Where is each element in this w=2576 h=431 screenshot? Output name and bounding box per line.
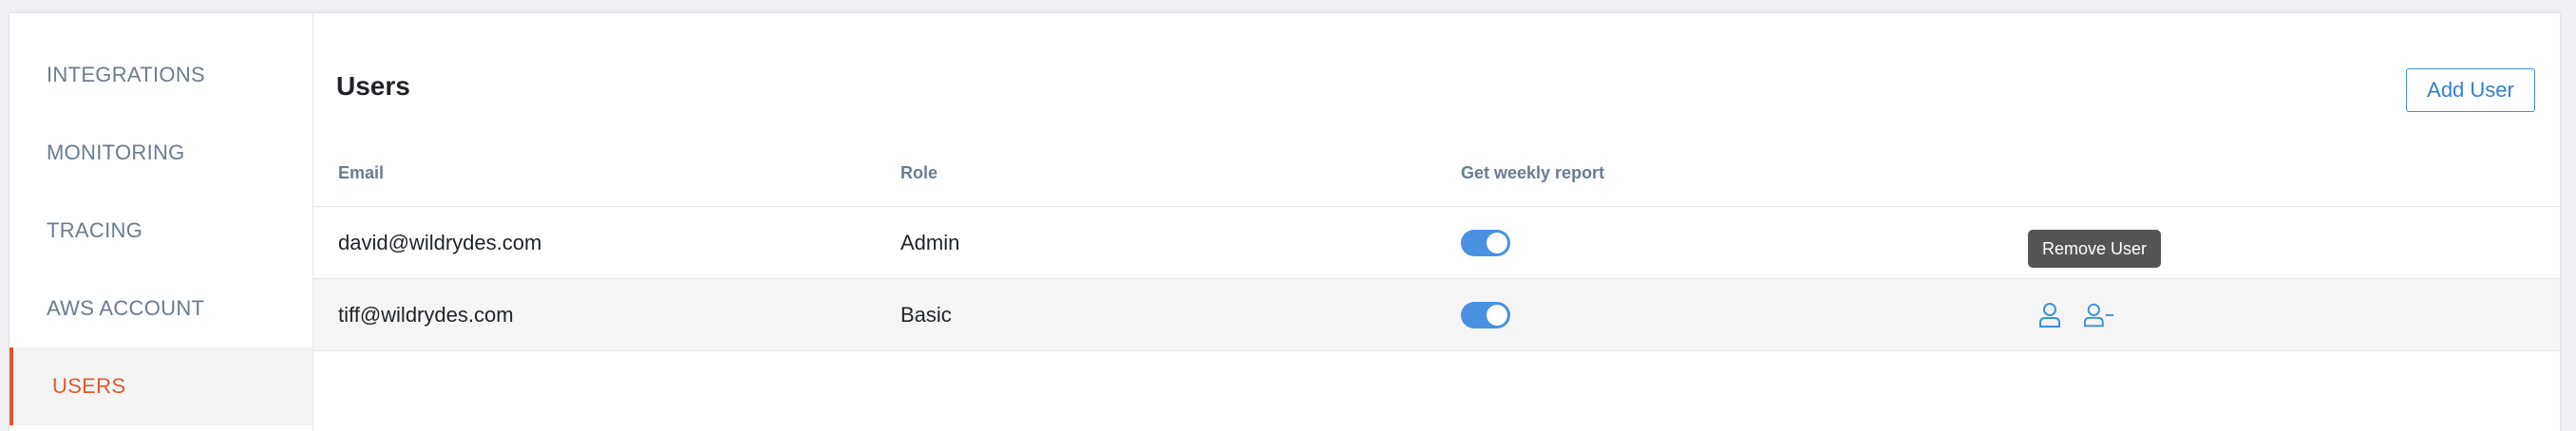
user-role: Admin [900, 230, 960, 254]
sidebar-item-users[interactable]: USERS [9, 347, 313, 425]
sidebar-item-aws-account[interactable]: AWS ACCOUNT [9, 270, 313, 347]
sidebar-item-label: MONITORING [47, 141, 185, 164]
table-header: Email Role Get weekly report [313, 141, 2560, 207]
weekly-report-toggle[interactable] [1461, 301, 1510, 328]
weekly-report-cell [1461, 229, 1510, 256]
page-title: Users [336, 71, 410, 101]
table-row: david@wildrydes.com Admin [313, 207, 2560, 279]
column-header-email: Email [338, 163, 385, 182]
column-header-role: Role [900, 163, 938, 182]
user-icon[interactable] [2035, 300, 2065, 330]
table-row: tiff@wildrydes.com Basic [313, 279, 2560, 351]
row-actions [2035, 300, 2114, 330]
sidebar-item-label: TRACING [47, 218, 143, 242]
sidebar-item-tracing[interactable]: TRACING [9, 192, 313, 270]
sidebar: INTEGRATIONS MONITORING TRACING AWS ACCO… [9, 13, 313, 431]
app-window: INTEGRATIONS MONITORING TRACING AWS ACCO… [9, 13, 2560, 431]
sidebar-item-label: INTEGRATIONS [47, 63, 205, 86]
column-header-weekly-report: Get weekly report [1461, 163, 1605, 182]
weekly-report-toggle[interactable] [1461, 229, 1510, 256]
remove-user-tooltip: Remove User [2028, 230, 2161, 268]
weekly-report-cell [1461, 301, 1510, 328]
main-content: Users Add User Email Role Get weekly rep… [313, 13, 2560, 431]
user-email: david@wildrydes.com [338, 230, 542, 254]
user-email: tiff@wildrydes.com [338, 302, 514, 327]
sidebar-item-monitoring[interactable]: MONITORING [9, 114, 313, 192]
sidebar-item-integrations[interactable]: INTEGRATIONS [9, 36, 313, 114]
user-role: Basic [900, 302, 952, 327]
sidebar-item-label: AWS ACCOUNT [47, 296, 205, 320]
sidebar-item-label: USERS [52, 374, 126, 398]
add-user-button[interactable]: Add User [2406, 68, 2535, 112]
users-table: Email Role Get weekly report david@wildr… [313, 141, 2560, 351]
remove-user-icon[interactable] [2084, 300, 2114, 330]
